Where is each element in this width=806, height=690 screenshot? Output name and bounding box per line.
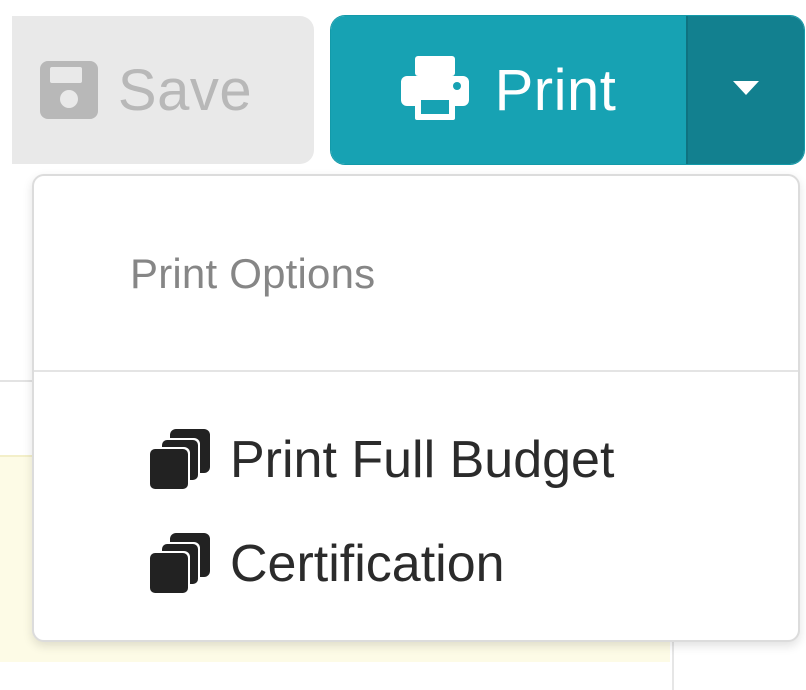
menu-item-label: Certification <box>230 535 505 593</box>
print-toolbar-screenshot: Save Print Print Options Print Full Budg… <box>0 0 806 690</box>
floppy-disk-icon <box>39 61 98 119</box>
print-button-group: Print <box>331 16 804 164</box>
caret-down-icon <box>733 80 759 100</box>
save-button[interactable]: Save <box>12 16 314 164</box>
print-dropdown-toggle[interactable] <box>686 16 804 164</box>
print-options-menu: Print Options Print Full Budget Certific… <box>32 174 800 642</box>
copy-icon <box>148 429 212 491</box>
print-button-label: Print <box>494 57 617 123</box>
background-column-line <box>672 640 674 690</box>
save-button-label: Save <box>117 57 253 123</box>
menu-item-certification[interactable]: Certification <box>148 528 505 600</box>
background-divider <box>0 380 34 382</box>
print-button[interactable]: Print <box>331 16 686 164</box>
copy-icon <box>148 533 212 595</box>
printer-icon <box>400 55 469 125</box>
menu-header: Print Options <box>130 250 376 297</box>
menu-item-print-full-budget[interactable]: Print Full Budget <box>148 424 614 496</box>
menu-item-label: Print Full Budget <box>230 431 615 489</box>
menu-divider <box>34 370 798 372</box>
